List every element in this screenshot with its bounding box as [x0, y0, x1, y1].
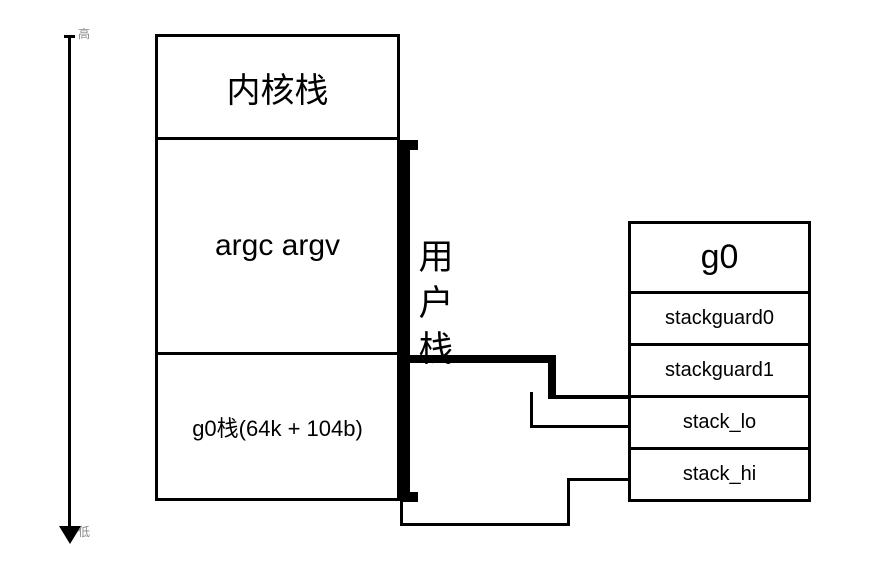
argc-argv-cell: argc argv [158, 140, 397, 355]
connector-hi-h2 [567, 478, 630, 481]
connector-mid-v [548, 355, 556, 399]
user-stack-char-1: 用 [416, 235, 456, 281]
g0-stackguard0: stackguard0 [631, 294, 808, 346]
g0-title: g0 [631, 224, 808, 294]
arrow-bottom-label: 低 [78, 523, 90, 540]
connector-hi-h [400, 523, 570, 526]
arrow-shaft [68, 35, 71, 535]
kernel-stack-cell: 内核栈 [158, 37, 397, 140]
g0-stack-lo: stack_lo [631, 398, 808, 450]
connector-lo-v [530, 392, 533, 428]
user-stack-bracket-top [400, 140, 418, 150]
stack-column: 内核栈 argc argv g0栈(64k + 104b) [155, 34, 400, 501]
user-stack-char-3: 栈 [416, 327, 456, 373]
user-stack-label: 用 户 栈 [416, 235, 456, 373]
user-stack-bracket-v [400, 140, 410, 502]
connector-lo-h [530, 425, 630, 428]
connector-hi-v2 [567, 478, 570, 526]
memory-layout-diagram: 高 低 内核栈 argc argv g0栈(64k + 104b) 用 户 栈 … [0, 0, 880, 563]
g0-stackguard1: stackguard1 [631, 346, 808, 398]
arrow-top-label: 高 [78, 25, 90, 42]
user-stack-char-2: 户 [416, 281, 456, 327]
g0-struct: g0 stackguard0 stackguard1 stack_lo stac… [628, 221, 811, 502]
connector-mid-h [444, 355, 554, 363]
g0-stack-hi: stack_hi [631, 450, 808, 502]
connector-stackguard [548, 395, 630, 399]
g0-stack-cell: g0栈(64k + 104b) [158, 355, 397, 501]
